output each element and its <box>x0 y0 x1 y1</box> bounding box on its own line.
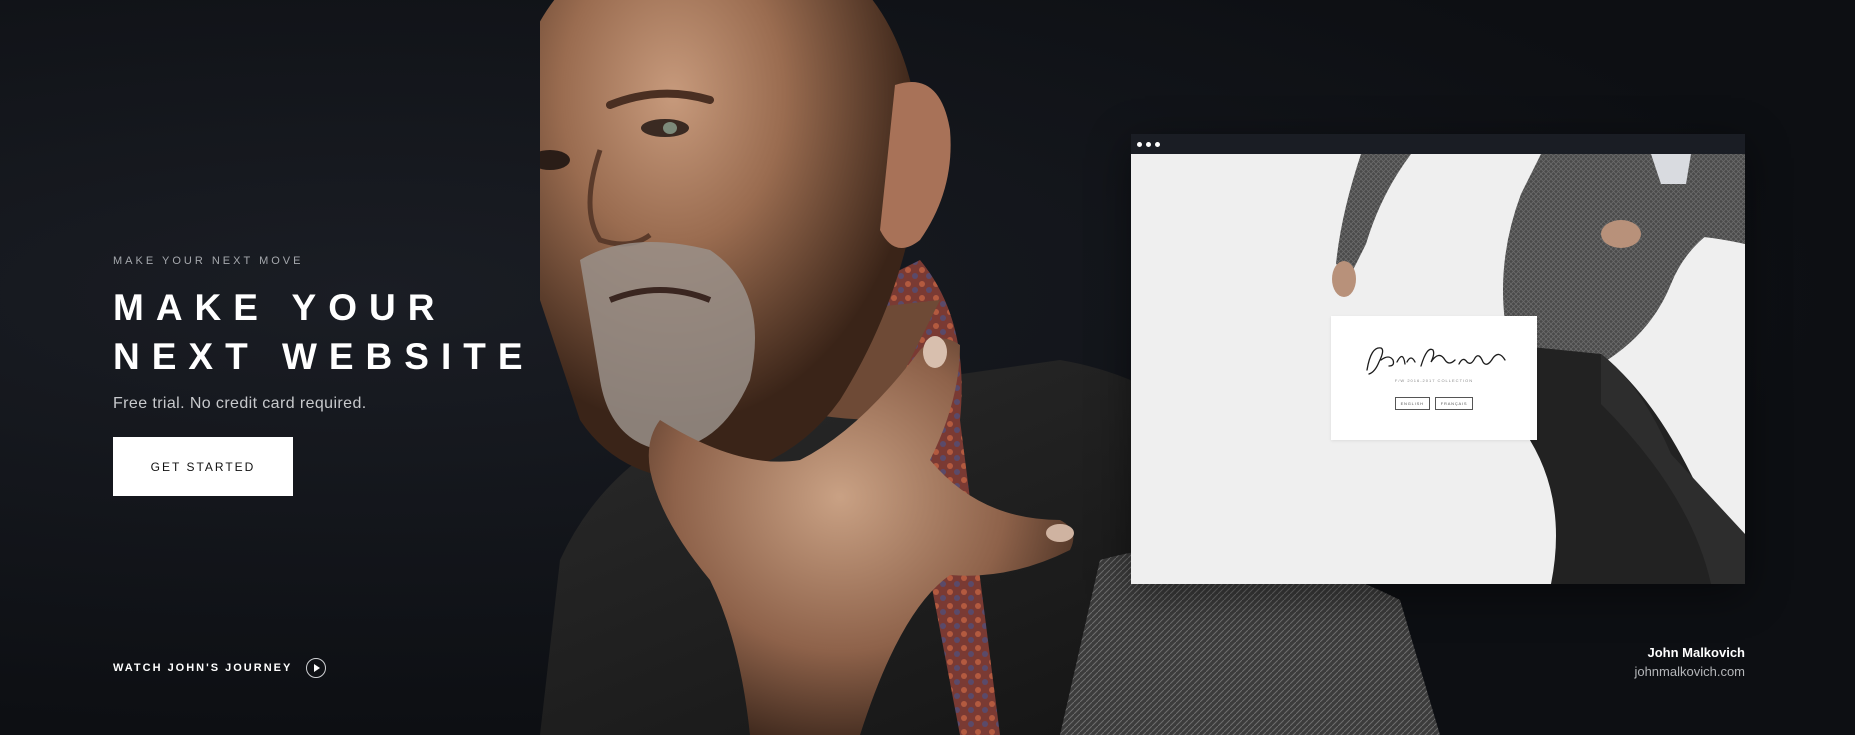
collection-label: F/W 2016-2017 COLLECTION <box>1394 378 1474 383</box>
window-dot-icon <box>1155 141 1160 147</box>
watch-journey-link[interactable]: WATCH JOHN'S JOURNEY <box>113 658 327 678</box>
get-started-button[interactable]: GET STARTED <box>113 437 293 496</box>
window-dot-icon <box>1137 141 1142 147</box>
eyebrow-text: MAKE YOUR NEXT MOVE <box>113 255 304 267</box>
portrait-caption: John Malkovich johnmalkovich.com <box>1634 644 1745 681</box>
caption-name: John Malkovich <box>1647 645 1745 660</box>
signature-logo <box>1366 347 1506 375</box>
website-mockup: F/W 2016-2017 COLLECTION ENGLISH FRANÇAI… <box>1131 134 1745 584</box>
language-francais-button[interactable]: FRANÇAIS <box>1434 397 1474 410</box>
caption-url-link[interactable]: johnmalkovich.com <box>1634 664 1745 679</box>
hero-headline: MAKE YOUR NEXT WEBSITE <box>113 283 573 381</box>
language-selector: ENGLISH FRANÇAIS <box>1331 397 1537 410</box>
signature-card: F/W 2016-2017 COLLECTION ENGLISH FRANÇAI… <box>1331 316 1537 440</box>
headline-line-1: MAKE YOUR <box>113 287 447 328</box>
play-circle-icon[interactable] <box>306 658 327 678</box>
watch-journey-label: WATCH JOHN'S JOURNEY <box>113 662 293 674</box>
hero-copy: MAKE YOUR NEXT MOVE MAKE YOUR NEXT WEBSI… <box>113 255 573 496</box>
headline-line-2: NEXT WEBSITE <box>113 336 535 377</box>
hero-section: MAKE YOUR NEXT MOVE MAKE YOUR NEXT WEBSI… <box>0 0 1855 735</box>
language-english-button[interactable]: ENGLISH <box>1394 397 1430 410</box>
mockup-titlebar <box>1131 134 1745 154</box>
window-dot-icon <box>1146 141 1151 147</box>
mockup-page: F/W 2016-2017 COLLECTION ENGLISH FRANÇAI… <box>1131 154 1745 584</box>
hero-subline: Free trial. No credit card required. <box>113 395 367 412</box>
